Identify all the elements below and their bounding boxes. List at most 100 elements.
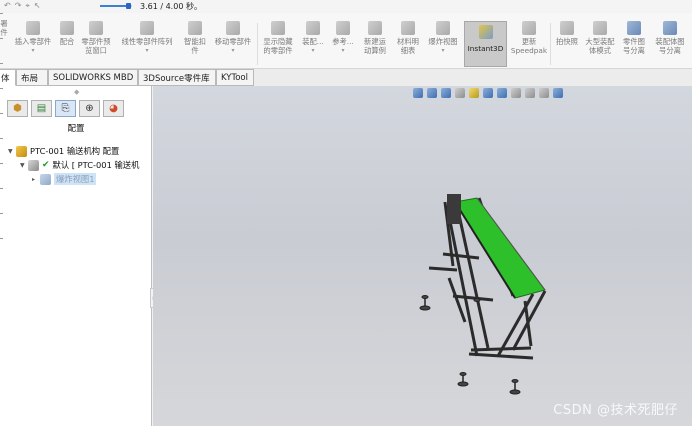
camera-icon	[560, 21, 574, 35]
move-component-icon	[226, 21, 240, 35]
mate-button[interactable]: 配合	[56, 21, 78, 67]
bill-of-materials-button[interactable]: 材料明 细表	[393, 21, 423, 67]
move-component-label: 移动零部件	[214, 37, 252, 46]
instant3d-button[interactable]: Instant3D	[464, 21, 507, 67]
large-assembly-label: 大型装配 体模式	[585, 37, 615, 55]
chevron-down-icon[interactable]: ▾	[31, 46, 34, 55]
configuration-manager-panel: ◆ ⬢ ▤ ⎘ ⊕ ◕ 配置 ▼ PTC-001 输送机构 配置 ▼ ✔ 默认 …	[0, 86, 152, 426]
select-icon[interactable]: ⌖	[25, 1, 30, 12]
command-tabs: 体 布局 SOLIDWORKS MBD 3DSource零件库 KYTool	[0, 69, 692, 86]
smart-fasteners-icon	[188, 21, 202, 35]
command-manager-ribbon: 署 件 插入零部件 ▾ 配合 零部件预 览窗口 线性零部件阵列 ▾ 智能扣 件 …	[0, 13, 692, 69]
undo-icon[interactable]: ↶	[4, 1, 11, 12]
chevron-down-icon[interactable]: ▾	[441, 46, 444, 55]
collapse-arrow-icon[interactable]: ▼	[8, 148, 16, 155]
part-number-separate-button[interactable]: 零件图 号分离	[618, 21, 650, 67]
component-preview-label: 零部件预 览窗口	[81, 37, 111, 55]
tab-kytool[interactable]: KYTool	[216, 69, 254, 86]
linear-pattern-label: 线性零部件阵列	[121, 37, 173, 46]
redo-icon[interactable]: ↷	[15, 1, 22, 12]
instant3d-label: Instant3D	[467, 44, 504, 53]
smart-fasteners-label: 智能扣 件	[184, 37, 206, 55]
configuration-manager-icon[interactable]: ⎘	[55, 100, 76, 117]
assembly-number-separate-button[interactable]: 装配体图 号分离	[650, 21, 690, 67]
assembly-number-separate-label: 装配体图 号分离	[655, 37, 685, 55]
mate-icon	[60, 21, 74, 35]
smart-fasteners-button[interactable]: 智能扣 件	[180, 21, 210, 67]
panel-title: 配置	[67, 124, 85, 134]
exploded-view-button[interactable]: 爆炸视图 ▾	[424, 21, 462, 67]
insert-component-label: 插入零部件	[14, 37, 52, 46]
bill-of-materials-label: 材料明 细表	[397, 37, 419, 55]
slider-fill	[100, 5, 129, 7]
check-icon: ✔	[42, 160, 50, 170]
mate-label: 配合	[59, 37, 75, 46]
large-assembly-icon	[593, 21, 607, 35]
tab-solidworks-mbd[interactable]: SOLIDWORKS MBD	[48, 69, 138, 86]
new-motion-study-button[interactable]: 新建运 动算例	[360, 21, 390, 67]
quick-access-icons: ↶ ↷ ⌖ ↖	[0, 1, 110, 12]
component-preview-button[interactable]: 零部件预 览窗口	[78, 21, 114, 67]
update-speedpak-button[interactable]: 更新 Speedpak	[510, 21, 548, 67]
tab-layout[interactable]: 布局	[16, 69, 48, 86]
tree-exploded-view-item[interactable]: ▸ 爆炸视图1	[0, 172, 152, 186]
linear-pattern-button[interactable]: 线性零部件阵列 ▾	[116, 21, 178, 67]
pointer-icon[interactable]: ↖	[34, 1, 41, 12]
show-hidden-components-button[interactable]: 显示隐藏 的零部件	[258, 21, 298, 67]
tab-label: 布局	[21, 73, 39, 84]
update-speedpak-label: 更新 Speedpak	[510, 37, 548, 55]
assembly-features-icon	[306, 21, 320, 35]
tree-config-label: 默认 [ PTC-001 输送机	[52, 160, 140, 170]
tab-3dsource[interactable]: 3DSource零件库	[138, 69, 216, 86]
exploded-view-icon	[436, 21, 450, 35]
snapshot-button[interactable]: 拍快照	[552, 21, 582, 67]
user-gear-icon	[663, 21, 677, 35]
chevron-down-icon[interactable]: ▾	[145, 46, 148, 55]
slider-knob[interactable]	[126, 3, 132, 9]
new-motion-study-label: 新建运 动算例	[364, 37, 386, 55]
reference-geometry-label: 参考...	[332, 37, 354, 46]
show-hidden-icon	[271, 21, 285, 35]
property-manager-icon[interactable]: ▤	[31, 100, 52, 117]
chevron-down-icon[interactable]: ▾	[311, 46, 314, 55]
exploded-view-icon	[40, 173, 51, 185]
ribbon-separator	[550, 23, 551, 65]
collapse-arrow-icon[interactable]: ▼	[20, 162, 28, 169]
insert-component-button[interactable]: 插入零部件 ▾	[10, 21, 56, 67]
snapshot-label: 拍快照	[556, 37, 578, 46]
assembly-features-button[interactable]: 装配... ▾	[300, 21, 326, 67]
panel-tab-strip: ⬢ ▤ ⎘ ⊕ ◕	[7, 100, 124, 118]
motion-study-icon	[368, 21, 382, 35]
chevron-down-icon[interactable]: ▾	[341, 46, 344, 55]
linear-pattern-icon	[140, 21, 154, 35]
tree-root-label: PTC-001 输送机构 配置	[30, 146, 120, 156]
watermark: CSDN @技术死肥仔	[553, 403, 678, 418]
assembly-icon	[16, 145, 27, 157]
panel-grip-icon[interactable]: ◆	[74, 88, 79, 96]
speedpak-icon	[522, 21, 536, 35]
time-readout: 3.61 / 4.00 秒。	[140, 2, 202, 11]
conveyor-belt	[454, 197, 546, 299]
tab-label: 3DSource零件库	[143, 73, 210, 84]
graphics-area[interactable]: CSDN @技术死肥仔	[153, 86, 692, 426]
feature-manager-icon[interactable]: ⬢	[7, 100, 28, 117]
display-manager-icon[interactable]: ◕	[103, 100, 124, 117]
user-gear-icon	[627, 21, 641, 35]
reference-geometry-button[interactable]: 参考... ▾	[328, 21, 358, 67]
tree-config-item[interactable]: ▼ ✔ 默认 [ PTC-001 输送机	[0, 158, 152, 172]
timeline-slider[interactable]	[100, 3, 132, 9]
dimxpert-icon[interactable]: ⊕	[79, 100, 100, 117]
configuration-icon	[28, 159, 39, 171]
expand-arrow-icon[interactable]: ▸	[32, 176, 40, 183]
instant3d-icon	[478, 25, 493, 39]
reference-geometry-icon	[336, 21, 350, 35]
tree-root-item[interactable]: ▼ PTC-001 输送机构 配置	[0, 144, 152, 158]
large-assembly-mode-button[interactable]: 大型装配 体模式	[582, 21, 618, 67]
conveyor-model[interactable]	[153, 86, 692, 426]
left-edge-ruler	[0, 13, 5, 273]
move-component-button[interactable]: 移动零部件 ▾	[210, 21, 256, 67]
part-number-separate-label: 零件图 号分离	[623, 37, 645, 55]
assembly-features-label: 装配...	[302, 37, 324, 46]
component-preview-icon	[89, 21, 103, 35]
chevron-down-icon[interactable]: ▾	[231, 46, 234, 55]
